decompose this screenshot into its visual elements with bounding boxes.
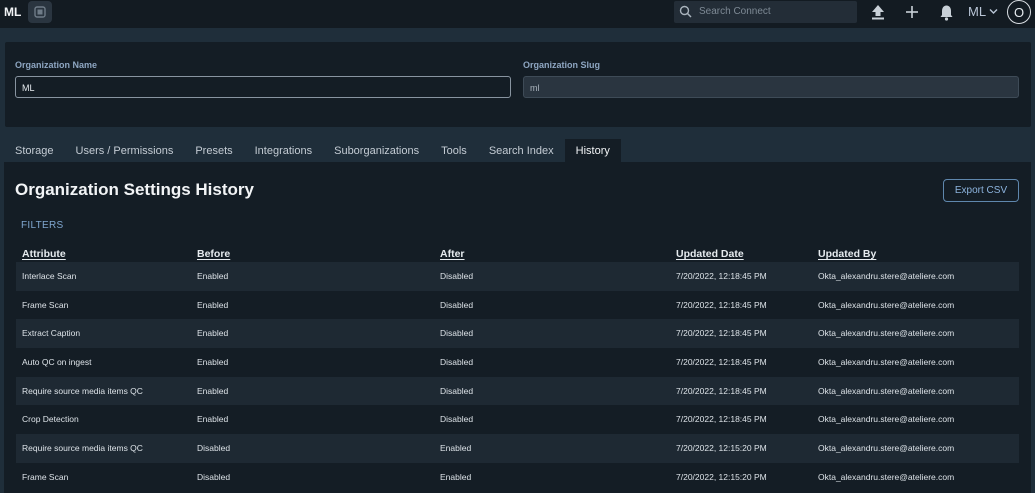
plus-icon[interactable] bbox=[905, 4, 919, 20]
search-icon bbox=[679, 5, 692, 18]
tab-tools[interactable]: Tools bbox=[430, 139, 478, 162]
cell-attribute: Frame Scan bbox=[22, 471, 69, 482]
cell-after: Disabled bbox=[440, 357, 474, 368]
cell-updated-date: 7/20/2022, 12:18:45 PM bbox=[676, 357, 767, 368]
cell-updated-by: Okta_alexandru.stere@ateliere.com bbox=[818, 385, 955, 396]
cell-updated-date: 7/20/2022, 12:15:20 PM bbox=[676, 443, 767, 454]
cell-attribute: Crop Detection bbox=[22, 414, 79, 425]
tab-history[interactable]: History bbox=[564, 139, 621, 162]
table-row: Auto QC on ingest Enabled Disabled 7/20/… bbox=[16, 348, 1019, 377]
upload-icon[interactable] bbox=[871, 4, 885, 20]
table-row: Frame Scan Enabled Disabled 7/20/2022, 1… bbox=[16, 291, 1019, 320]
organization-slug-field: ml bbox=[523, 76, 1019, 98]
cell-before: Enabled bbox=[197, 271, 229, 281]
cell-attribute: Require source media items QC bbox=[22, 443, 143, 454]
table-row: Crop Detection Enabled Disabled 7/20/202… bbox=[16, 405, 1019, 434]
tab-integrations[interactable]: Integrations bbox=[244, 139, 323, 162]
cell-attribute: Interlace Scan bbox=[22, 271, 77, 281]
table-row: Interlace Scan Enabled Disabled 7/20/202… bbox=[16, 262, 1019, 291]
cell-after: Disabled bbox=[440, 299, 474, 310]
organization-slug-label: Organization Slug bbox=[523, 60, 601, 70]
tab-search-index[interactable]: Search Index bbox=[478, 139, 565, 162]
tab-users-permissions[interactable]: Users / Permissions bbox=[65, 139, 185, 162]
brand-label[interactable]: ML bbox=[4, 5, 21, 19]
cell-after: Disabled bbox=[440, 271, 474, 281]
cell-updated-date: 7/20/2022, 12:18:45 PM bbox=[676, 328, 767, 339]
cell-before: Enabled bbox=[197, 385, 229, 396]
cell-updated-date: 7/20/2022, 12:15:20 PM bbox=[676, 471, 767, 482]
bell-icon[interactable] bbox=[939, 4, 954, 21]
page-title: Organization Settings History bbox=[15, 180, 254, 199]
cell-attribute: Frame Scan bbox=[22, 299, 69, 310]
history-table-body: Interlace Scan Enabled Disabled 7/20/202… bbox=[16, 262, 1019, 492]
cell-updated-by: Okta_alexandru.stere@ateliere.com bbox=[818, 299, 955, 310]
cell-updated-date: 7/20/2022, 12:18:45 PM bbox=[676, 385, 767, 396]
tab-storage[interactable]: Storage bbox=[4, 139, 65, 162]
cell-after: Enabled bbox=[440, 471, 472, 482]
chevron-down-icon bbox=[989, 9, 998, 14]
column-header-updated-by[interactable]: Updated By bbox=[818, 248, 876, 260]
filters-toggle[interactable]: FILTERS bbox=[21, 220, 63, 231]
cell-after: Disabled bbox=[440, 328, 474, 339]
table-row: Require source media items QC Enabled Di… bbox=[16, 376, 1019, 406]
cell-updated-date: 7/20/2022, 12:18:45 PM bbox=[676, 271, 767, 281]
table-row: Frame Scan Disabled Enabled 7/20/2022, 1… bbox=[16, 463, 1019, 492]
user-menu-label: ML bbox=[968, 4, 987, 19]
organization-panel: Organization Name ML Organization Slug m… bbox=[5, 42, 1031, 127]
cell-updated-by: Okta_alexandru.stere@ateliere.com bbox=[818, 414, 955, 425]
cell-attribute: Extract Caption bbox=[22, 328, 81, 339]
search-placeholder: Search Connect bbox=[699, 6, 771, 17]
cell-updated-by: Okta_alexandru.stere@ateliere.com bbox=[818, 471, 955, 482]
column-header-after[interactable]: After bbox=[440, 248, 465, 260]
cell-attribute: Auto QC on ingest bbox=[22, 357, 92, 368]
table-row: Extract Caption Enabled Disabled 7/20/20… bbox=[16, 319, 1019, 349]
settings-tabs: Storage Users / Permissions Presets Inte… bbox=[4, 139, 621, 162]
cell-updated-by: Okta_alexandru.stere@ateliere.com bbox=[818, 357, 955, 368]
organization-name-label: Organization Name bbox=[15, 60, 98, 70]
column-header-updated-date[interactable]: Updated Date bbox=[676, 248, 744, 260]
cell-updated-by: Okta_alexandru.stere@ateliere.com bbox=[818, 443, 955, 454]
table-row: Require source media items QC Disabled E… bbox=[16, 434, 1019, 463]
cell-before: Enabled bbox=[197, 328, 229, 339]
cell-updated-date: 7/20/2022, 12:18:45 PM bbox=[676, 299, 767, 310]
cell-updated-by: Okta_alexandru.stere@ateliere.com bbox=[818, 271, 955, 281]
tab-presets[interactable]: Presets bbox=[184, 139, 243, 162]
cell-after: Disabled bbox=[440, 385, 474, 396]
search-input[interactable]: Search Connect bbox=[674, 1, 857, 23]
app-icon[interactable] bbox=[28, 1, 52, 23]
cell-before: Enabled bbox=[197, 299, 229, 310]
cell-before: Enabled bbox=[197, 357, 229, 368]
history-panel: Organization Settings History Export CSV… bbox=[4, 162, 1031, 493]
user-menu[interactable]: ML bbox=[968, 4, 998, 19]
cell-before: Disabled bbox=[197, 443, 231, 454]
column-header-attribute[interactable]: Attribute bbox=[22, 248, 66, 260]
export-csv-button[interactable]: Export CSV bbox=[943, 179, 1019, 202]
cell-attribute: Require source media items QC bbox=[22, 385, 143, 396]
top-bar: ML Search Connect ML O bbox=[0, 0, 1035, 28]
tab-suborganizations[interactable]: Suborganizations bbox=[323, 139, 430, 162]
cell-after: Enabled bbox=[440, 443, 472, 454]
organization-name-field[interactable]: ML bbox=[15, 76, 511, 98]
cell-before: Disabled bbox=[197, 471, 231, 482]
cell-after: Disabled bbox=[440, 414, 474, 425]
avatar[interactable]: O bbox=[1007, 0, 1031, 24]
column-header-before[interactable]: Before bbox=[197, 248, 230, 260]
cell-updated-by: Okta_alexandru.stere@ateliere.com bbox=[818, 328, 955, 339]
cell-updated-date: 7/20/2022, 12:18:45 PM bbox=[676, 414, 767, 425]
table-header: Attribute Before After Updated Date Upda… bbox=[16, 248, 1019, 263]
cell-before: Enabled bbox=[197, 414, 229, 425]
